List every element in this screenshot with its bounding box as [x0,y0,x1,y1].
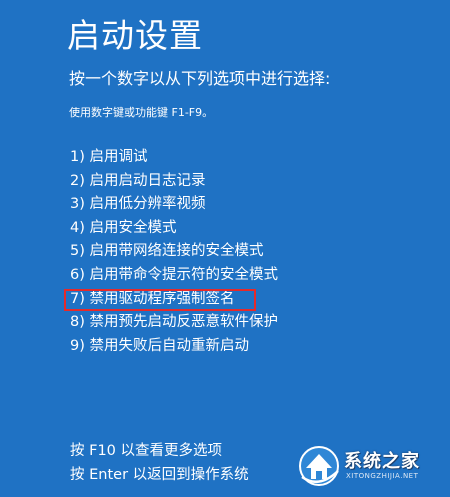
page-title: 启动设置 [67,16,203,55]
more-options-hint: 按 F10 以查看更多选项 [70,443,223,459]
watermark-text: 系统之家 [344,451,420,472]
instruction-text: 按一个数字以从下列选项中进行选择: [69,69,331,88]
option-enable-boot-logging[interactable]: 2) 启用启动日志记录 [70,170,278,194]
house-logo-icon [299,446,339,486]
option-enable-debugging[interactable]: 1) 启用调试 [70,146,278,170]
return-to-os-hint: 按 Enter 以返回到操作系统 [70,467,249,483]
option-enable-low-resolution-video[interactable]: 3) 启用低分辨率视频 [70,193,278,217]
option-disable-auto-restart-after-failure[interactable]: 9) 禁用失败后自动重新启动 [70,335,278,359]
watermark: 系统之家 XITONGZHIJIA.NET [296,433,446,495]
startup-options-list: 1) 启用调试 2) 启用启动日志记录 3) 启用低分辨率视频 4) 启用安全模… [64,146,278,359]
watermark-url: XITONGZHIJIA.NET [346,472,419,480]
option-disable-early-launch-antimalware[interactable]: 8) 禁用预先启动反恶意软件保护 [70,311,278,335]
option-safe-mode-with-command-prompt[interactable]: 6) 启用带命令提示符的安全模式 [70,264,278,288]
option-disable-driver-signature-enforcement[interactable]: 7) 禁用驱动程序强制签名 [64,288,278,312]
option-safe-mode-with-networking[interactable]: 5) 启用带网络连接的安全模式 [70,240,278,264]
option-enable-safe-mode[interactable]: 4) 启用安全模式 [70,217,278,241]
key-hint-text: 使用数字键或功能键 F1-F9。 [69,106,214,119]
